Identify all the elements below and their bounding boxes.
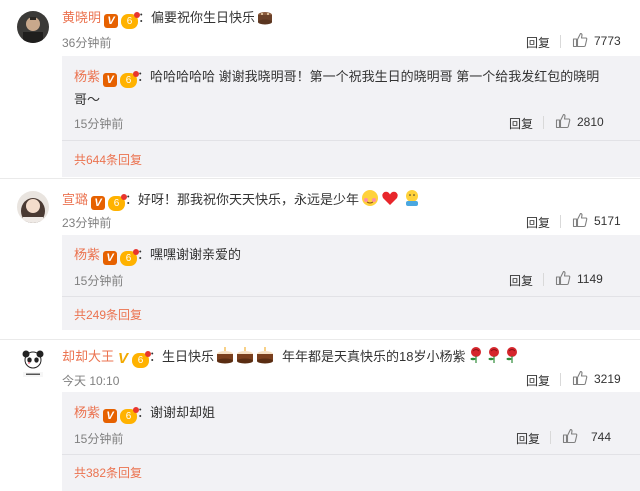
cake-icon: [257, 9, 273, 30]
timestamp: 15分钟前: [74, 274, 124, 288]
timestamp: 今天 10:10: [62, 374, 120, 388]
colon: ：: [149, 349, 163, 364]
like-count: 744: [591, 430, 612, 444]
colon: ：: [137, 405, 151, 420]
member-level-icon: 6: [120, 71, 140, 88]
timestamp: 36分钟前: [62, 36, 112, 50]
timestamp: 15分钟前: [74, 117, 124, 131]
cake-icon: [256, 346, 274, 369]
colon: ：: [125, 192, 139, 207]
separator: [560, 35, 561, 48]
timestamp: 15分钟前: [74, 432, 124, 446]
cake-icon: [216, 346, 234, 369]
comment-text-line: 却却大王 V 6 ：生日快乐 年年都是天真快乐的18岁小杨紫: [62, 346, 520, 369]
username[interactable]: 杨紫: [74, 405, 100, 420]
reply-button[interactable]: 回复: [516, 430, 540, 447]
comment-text: 好呀！那我祝你天天快乐，永远是少年: [138, 192, 360, 207]
comment-text: 偏要祝你生日快乐: [151, 10, 256, 25]
reply-button[interactable]: 回复: [509, 272, 533, 289]
reply-text: 嘿嘿谢谢亲爱的: [150, 247, 242, 262]
red-heart-icon: [381, 189, 399, 212]
like-count: 7773: [594, 34, 621, 48]
avatar[interactable]: [17, 348, 49, 380]
reply-text-line: 杨紫 V 6 ：哈哈哈哈哈 谢谢我晓明哥！第一个祝我生日的晓明哥 第一个给我发红包的晓…: [74, 68, 599, 88]
verified-badge-icon: V: [103, 251, 118, 265]
divider: [62, 140, 640, 141]
reply-text-line: 杨紫 V 6 ：嘿嘿谢谢亲爱的: [74, 246, 241, 266]
member-level-icon: 6: [121, 12, 141, 29]
reply-button[interactable]: 回复: [509, 115, 533, 132]
colon: ：: [137, 69, 151, 84]
cake-icon: [236, 346, 254, 369]
separator: [560, 215, 561, 228]
colon: ：: [137, 247, 151, 262]
verified-badge-icon: V: [104, 14, 119, 28]
verified-badge-icon: V: [103, 409, 118, 423]
comment-text-b: 年年都是天真快乐的18岁小杨紫: [282, 349, 466, 364]
thumbs-up-icon[interactable]: [562, 428, 578, 444]
comment-text-line: 黄晓明 V 6 ：偏要祝你生日快乐: [62, 9, 273, 30]
rose-icon: [486, 346, 502, 369]
reply-text: 谢谢却却姐: [150, 405, 216, 420]
comment-item: 却却大王 V 6 ：生日快乐 年年都是天真快乐的18岁小杨紫 今天 10:10 回复 3…: [0, 340, 640, 491]
comment-item: 宣璐 V 6 ：好呀！那我祝你天天快乐，永远是少年 23分钟前 回复 5171 杨紫 V…: [0, 179, 640, 339]
username[interactable]: 杨紫: [74, 69, 100, 84]
thumbs-up-icon[interactable]: [572, 32, 588, 48]
username[interactable]: 杨紫: [74, 247, 100, 262]
thumbs-up-icon[interactable]: [555, 270, 571, 286]
member-level-icon: 6: [120, 249, 140, 266]
verified-badge-icon: V: [91, 196, 106, 210]
comment-text-line: 宣璐 V 6 ：好呀！那我祝你天天快乐，永远是少年: [62, 189, 421, 212]
like-count: 5171: [594, 214, 621, 228]
timestamp: 23分钟前: [62, 216, 112, 230]
view-more-replies-link[interactable]: 共644条回复: [74, 151, 142, 168]
hug-emoji-icon: [403, 189, 421, 212]
comment-text: 生日快乐: [162, 349, 215, 364]
thumbs-up-icon[interactable]: [572, 370, 588, 386]
reply-text-continued: 哥～: [74, 92, 101, 107]
separator: [543, 116, 544, 129]
view-more-replies-link[interactable]: 共249条回复: [74, 306, 142, 323]
divider: [62, 454, 640, 455]
like-count: 3219: [594, 372, 621, 386]
separator: [560, 373, 561, 386]
reply-box: 杨紫 V 6 ：哈哈哈哈哈 谢谢我晓明哥！第一个祝我生日的晓明哥 第一个给我发红包的晓…: [62, 56, 640, 177]
comment-item: 黄晓明 V 6 ：偏要祝你生日快乐 36分钟前 回复 7773 杨紫 V 6 ：哈哈哈哈哈 …: [0, 0, 640, 177]
thumbs-up-icon[interactable]: [572, 212, 588, 228]
thumbs-up-icon[interactable]: [555, 113, 571, 129]
member-level-icon: 6: [108, 194, 128, 211]
username[interactable]: 宣璐: [62, 192, 88, 207]
reply-button[interactable]: 回复: [526, 372, 550, 389]
separator: [543, 273, 544, 286]
like-count: 1149: [577, 272, 603, 286]
reply-text: 哈哈哈哈哈 谢谢我晓明哥！第一个祝我生日的晓明哥 第一个给我发红包的晓明: [150, 69, 600, 84]
reply-button[interactable]: 回复: [526, 214, 550, 231]
verified-badge-icon: V: [118, 350, 129, 367]
view-more-replies-link[interactable]: 共382条回复: [74, 464, 142, 481]
rose-icon: [504, 346, 520, 369]
reply-text-line: 杨紫 V 6 ：谢谢却却姐: [74, 404, 215, 424]
separator: [550, 431, 551, 444]
avatar[interactable]: [17, 11, 49, 43]
colon: ：: [138, 10, 152, 25]
verified-badge-icon: V: [103, 73, 118, 87]
member-level-icon: 6: [120, 407, 140, 424]
member-level-icon: 6: [132, 351, 152, 368]
avatar[interactable]: [17, 191, 49, 223]
divider: [62, 296, 640, 297]
reply-button[interactable]: 回复: [526, 34, 550, 51]
rose-icon: [468, 346, 484, 369]
username[interactable]: 黄晓明: [62, 10, 101, 25]
reply-box: 杨紫 V 6 ：嘿嘿谢谢亲爱的 15分钟前 回复 1149 共249条回复: [62, 235, 640, 330]
blush-emoji-icon: [361, 189, 379, 212]
username[interactable]: 却却大王: [62, 349, 114, 364]
reply-box: 杨紫 V 6 ：谢谢却却姐 15分钟前 回复 744 共382条回复: [62, 392, 640, 491]
like-count: 2810: [577, 115, 604, 129]
